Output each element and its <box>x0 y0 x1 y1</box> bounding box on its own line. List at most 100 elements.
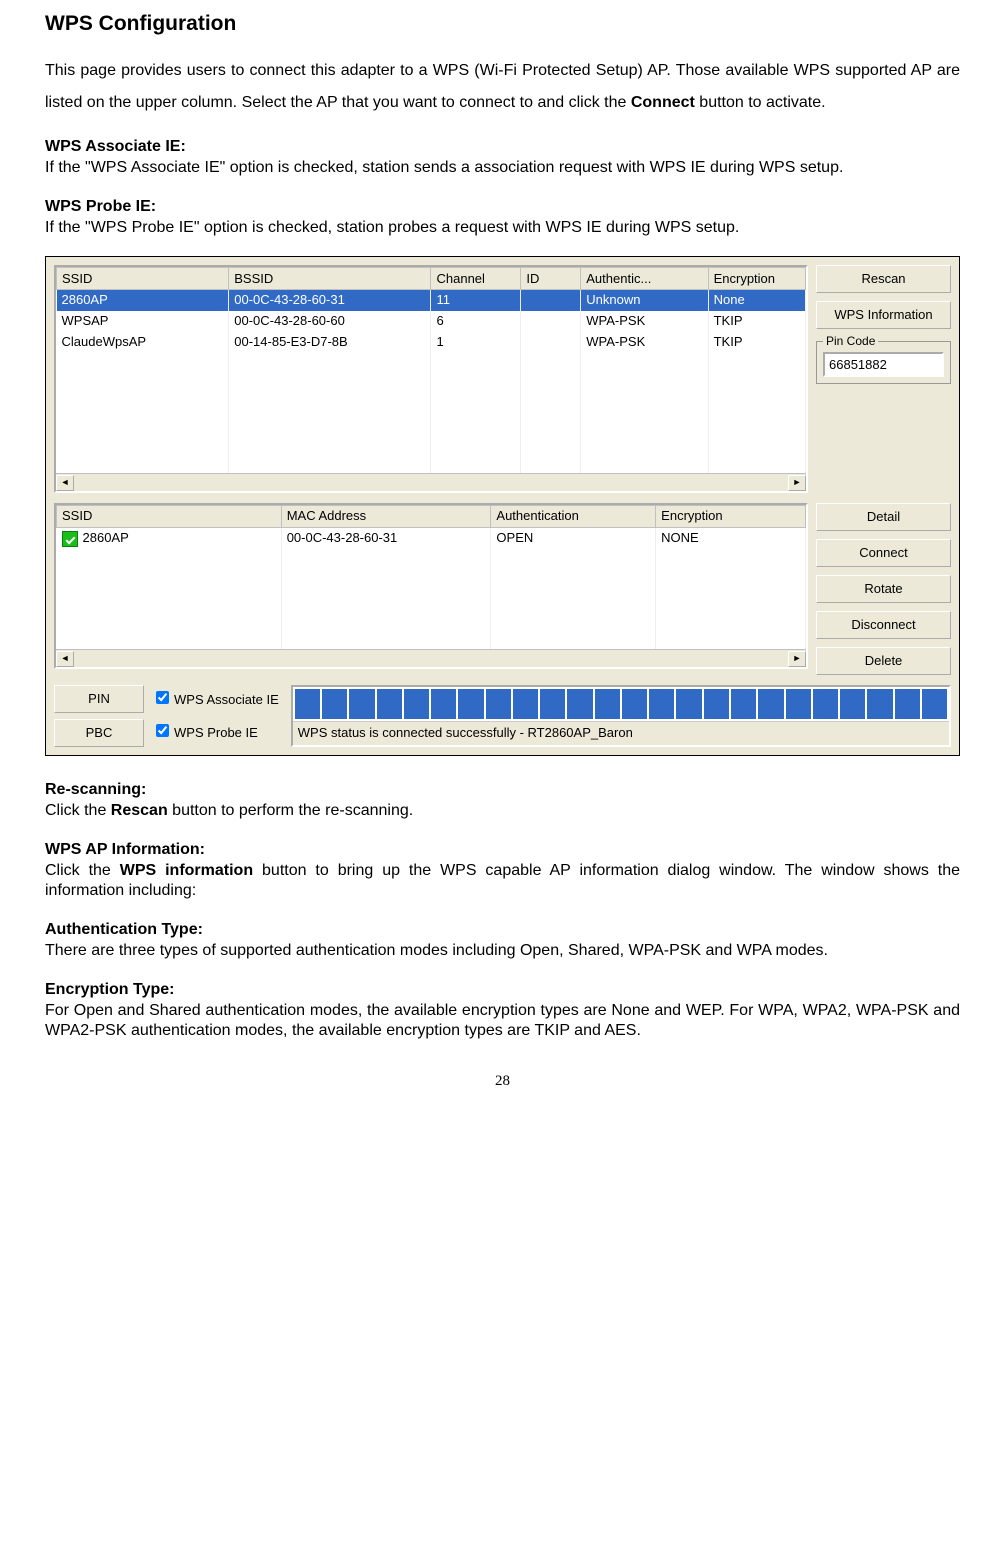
text-rescan-b: Rescan <box>111 802 168 819</box>
pin-code-group: Pin Code <box>816 341 951 384</box>
text-probe: If the "WPS Probe IE" option is checked,… <box>45 219 739 236</box>
intro-post: button to activate. <box>695 94 826 111</box>
col-bssid[interactable]: BSSID <box>229 268 431 290</box>
pin-code-label: Pin Code <box>823 334 878 350</box>
heading-wpsinfo: WPS AP Information: <box>45 841 205 858</box>
col-ssid[interactable]: SSID <box>57 268 229 290</box>
cell-ssid: 2860AP <box>57 528 282 549</box>
heading-rescan: Re-scanning: <box>45 781 146 798</box>
scroll-right-icon[interactable]: ► <box>788 651 806 667</box>
wps-probe-checkbox-input[interactable] <box>156 724 169 737</box>
intro-text: This page provides users to connect this… <box>45 55 960 119</box>
profile-list-scrollbar[interactable]: ◄ ► <box>56 649 806 667</box>
col-ssid[interactable]: SSID <box>57 506 282 528</box>
scroll-right-icon[interactable]: ► <box>788 475 806 491</box>
cell-channel: 6 <box>431 311 521 332</box>
scroll-left-icon[interactable]: ◄ <box>56 475 74 491</box>
profile-row-empty <box>57 609 806 629</box>
ap-row-empty <box>57 393 806 413</box>
connect-button[interactable]: Connect <box>816 539 951 567</box>
wps-probe-checkbox[interactable]: WPS Probe IE <box>156 724 279 742</box>
ap-row[interactable]: ClaudeWpsAP 00-14-85-E3-D7-8B 1 WPA-PSK … <box>57 332 806 353</box>
ap-row-empty <box>57 413 806 433</box>
section-rescan: Re-scanning: Click the Rescan button to … <box>45 780 960 822</box>
ap-list[interactable]: SSID BSSID Channel ID Authentic... Encry… <box>54 265 808 493</box>
page-number: 28 <box>45 1072 960 1092</box>
cell-id <box>521 332 581 353</box>
ap-row-empty <box>57 433 806 453</box>
disconnect-button[interactable]: Disconnect <box>816 611 951 639</box>
text-wpsinfo-b: WPS information <box>120 862 253 879</box>
col-enc[interactable]: Encryption <box>708 268 805 290</box>
cell-ssid: 2860AP <box>57 290 229 311</box>
cell-id <box>521 311 581 332</box>
col-auth[interactable]: Authentication <box>491 506 656 528</box>
detail-button[interactable]: Detail <box>816 503 951 531</box>
profile-row-empty <box>57 549 806 569</box>
ap-row-empty <box>57 453 806 473</box>
section-enctype: Encryption Type: For Open and Shared aut… <box>45 980 960 1042</box>
profile-list[interactable]: SSID MAC Address Authentication Encrypti… <box>54 503 808 669</box>
pbc-button[interactable]: PBC <box>54 719 144 747</box>
wps-associate-label: WPS Associate IE <box>174 692 279 707</box>
page-title: WPS Configuration <box>45 10 960 37</box>
cell-bssid: 00-14-85-E3-D7-8B <box>229 332 431 353</box>
wps-associate-checkbox[interactable]: WPS Associate IE <box>156 691 279 709</box>
profile-row-empty <box>57 589 806 609</box>
profile-row[interactable]: 2860AP 00-0C-43-28-60-31 OPEN NONE <box>57 528 806 549</box>
cell-enc: None <box>708 290 805 311</box>
intro-bold: Connect <box>631 94 695 111</box>
cell-channel: 1 <box>431 332 521 353</box>
section-wpsinfo: WPS AP Information: Click the WPS inform… <box>45 840 960 902</box>
profile-row-empty <box>57 569 806 589</box>
delete-button[interactable]: Delete <box>816 647 951 675</box>
section-probe: WPS Probe IE: If the "WPS Probe IE" opti… <box>45 197 960 239</box>
ap-row-selected[interactable]: 2860AP 00-0C-43-28-60-31 11 Unknown None <box>57 290 806 311</box>
cell-mac: 00-0C-43-28-60-31 <box>281 528 491 549</box>
rescan-button[interactable]: Rescan <box>816 265 951 293</box>
ap-list-scrollbar[interactable]: ◄ ► <box>56 473 806 491</box>
text-enctype: For Open and Shared authentication modes… <box>45 1002 960 1040</box>
cell-bssid: 00-0C-43-28-60-31 <box>229 290 431 311</box>
ap-row[interactable]: WPSAP 00-0C-43-28-60-60 6 WPA-PSK TKIP <box>57 311 806 332</box>
col-channel[interactable]: Channel <box>431 268 521 290</box>
wps-associate-checkbox-input[interactable] <box>156 691 169 704</box>
profile-row-empty <box>57 629 806 649</box>
heading-probe: WPS Probe IE: <box>45 198 156 215</box>
section-authtype: Authentication Type: There are three typ… <box>45 920 960 962</box>
cell-enc: TKIP <box>708 311 805 332</box>
section-assoc: WPS Associate IE: If the "WPS Associate … <box>45 137 960 179</box>
text-assoc: If the "WPS Associate IE" option is chec… <box>45 159 843 176</box>
pin-button[interactable]: PIN <box>54 685 144 713</box>
cell-auth: WPA-PSK <box>581 311 708 332</box>
cell-auth: WPA-PSK <box>581 332 708 353</box>
col-mac[interactable]: MAC Address <box>281 506 491 528</box>
wps-status-text: WPS status is connected successfully - R… <box>293 721 949 745</box>
col-auth[interactable]: Authentic... <box>581 268 708 290</box>
col-enc[interactable]: Encryption <box>656 506 806 528</box>
check-icon <box>62 531 78 547</box>
cell-auth: OPEN <box>491 528 656 549</box>
ap-row-empty <box>57 353 806 373</box>
text-rescan-pre: Click the <box>45 802 111 819</box>
cell-ssid: ClaudeWpsAP <box>57 332 229 353</box>
heading-assoc: WPS Associate IE: <box>45 138 186 155</box>
wps-info-button[interactable]: WPS Information <box>816 301 951 329</box>
pin-code-input[interactable] <box>823 352 944 377</box>
heading-enctype: Encryption Type: <box>45 981 175 998</box>
cell-auth: Unknown <box>581 290 708 311</box>
scroll-left-icon[interactable]: ◄ <box>56 651 74 667</box>
text-wpsinfo-pre: Click the <box>45 862 120 879</box>
rotate-button[interactable]: Rotate <box>816 575 951 603</box>
cell-enc: NONE <box>656 528 806 549</box>
text-authtype: There are three types of supported authe… <box>45 942 828 959</box>
cell-ssid-text: 2860AP <box>83 530 129 545</box>
cell-channel: 11 <box>431 290 521 311</box>
ap-row-empty <box>57 373 806 393</box>
wps-dialog: SSID BSSID Channel ID Authentic... Encry… <box>45 256 960 756</box>
col-id[interactable]: ID <box>521 268 581 290</box>
profile-list-header: SSID MAC Address Authentication Encrypti… <box>57 506 806 528</box>
progress-bar <box>293 687 949 721</box>
wps-probe-label: WPS Probe IE <box>174 725 258 740</box>
text-rescan-post: button to perform the re-scanning. <box>168 802 413 819</box>
